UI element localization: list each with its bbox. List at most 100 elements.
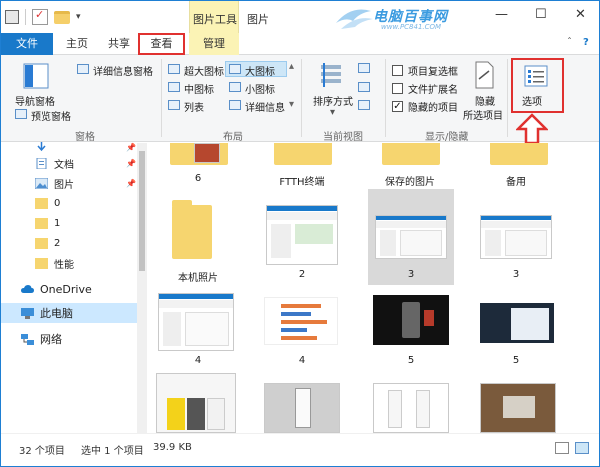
nav-item-pictures[interactable]: 图片 📌 <box>1 173 146 193</box>
tab-home[interactable]: 主页 <box>57 33 97 55</box>
nav-item-performance[interactable]: 性能 <box>1 253 146 273</box>
nav-item-this-pc[interactable]: 此电脑 <box>1 303 146 323</box>
group-by-icon[interactable] <box>358 63 370 73</box>
add-columns-icon[interactable] <box>358 82 370 92</box>
grid-item-image-3a[interactable]: 3 <box>361 193 461 285</box>
grid-item-label: 3 <box>407 269 415 280</box>
grid-item-image-4b[interactable]: 4 <box>252 289 352 369</box>
current-view-group-label: 当前视图 <box>323 132 363 143</box>
tab-share[interactable]: 共享 <box>101 33 137 55</box>
minimize-button[interactable]: — <box>495 7 508 22</box>
tab-file[interactable]: 文件 <box>1 33 53 55</box>
grid-item-local-photos[interactable]: 本机照片 <box>148 193 248 285</box>
sort-dropdown-icon[interactable]: ▾ <box>330 107 335 118</box>
ribbon-divider <box>385 59 386 137</box>
navigation-pane-button[interactable]: 导航窗格 <box>15 93 55 108</box>
item-checkboxes-checkbox[interactable] <box>392 65 403 76</box>
nav-item-documents[interactable]: 文档 📌 <box>1 153 146 173</box>
file-extensions-checkbox[interactable] <box>392 83 403 94</box>
nav-item-onedrive[interactable]: OneDrive <box>1 279 146 299</box>
pictures-icon <box>35 177 48 189</box>
layout-list[interactable]: 列表 <box>184 99 204 114</box>
grid-item-backup[interactable]: 备用 <box>466 143 566 188</box>
folder-icon <box>172 200 212 259</box>
nav-item-label: 性能 <box>54 259 74 271</box>
show-hide-group-label: 显示/隐藏 <box>425 132 469 143</box>
grid-item-image-2[interactable]: 2 <box>252 193 352 285</box>
screenshot-thumbnail <box>266 205 338 265</box>
grid-item-label: 3 <box>512 269 520 280</box>
hide-selected-button[interactable]: 隐藏 <box>475 93 495 108</box>
grid-item-label: 备用 <box>506 177 526 188</box>
folder-icon <box>382 143 440 165</box>
customize-qat-icon[interactable]: ▾ <box>76 12 81 22</box>
grid-item-label: 4 <box>194 355 202 366</box>
large-icons-icon <box>229 64 241 74</box>
folder-icon <box>35 257 48 269</box>
nav-item-network[interactable]: 网络 <box>1 329 146 349</box>
nav-item-folder-1[interactable]: 1 <box>1 213 146 233</box>
grid-item-ftth[interactable]: FTTH终端 <box>252 143 352 188</box>
folder-icon <box>35 217 48 229</box>
sort-by-button[interactable]: 排序方式 <box>313 93 353 108</box>
grid-item-image-4a[interactable]: 4 <box>148 289 248 369</box>
up-arrow-icon <box>516 113 548 145</box>
grid-item-row3-2[interactable] <box>252 373 352 433</box>
grid-item-row3-4[interactable] <box>466 373 566 433</box>
grid-item-row3-1[interactable] <box>148 373 248 433</box>
grid-item-label: 保存的图片 <box>385 177 435 188</box>
phone-photo-thumbnail <box>480 383 556 433</box>
details-icon <box>229 100 241 110</box>
nav-item-folder-0[interactable]: 0 <box>1 193 146 213</box>
bar-chart-thumbnail <box>264 297 338 345</box>
screenshot-thumbnail <box>375 215 447 259</box>
grid-item-saved-pictures[interactable]: 保存的图片 <box>360 143 460 188</box>
properties-icon[interactable] <box>32 8 48 25</box>
new-folder-icon[interactable] <box>54 10 70 24</box>
computer-icon <box>21 307 34 319</box>
file-extensions-label: 文件扩展名 <box>408 85 458 96</box>
watermark-url: www.PC841.COM <box>381 23 442 31</box>
grid-item-label: FTTH终端 <box>279 177 325 188</box>
layout-scroll-up-icon[interactable]: ▴ <box>289 61 294 72</box>
grid-item-6[interactable]: 6 <box>148 143 248 185</box>
layout-small-icons[interactable]: 小图标 <box>245 81 275 96</box>
large-icons-view-icon[interactable] <box>575 442 589 454</box>
layout-details[interactable]: 详细信息 <box>245 99 285 114</box>
maximize-button[interactable]: ☐ <box>535 7 547 22</box>
status-bar: 32 个项目 选中 1 个项目 39.9 KB <box>1 433 599 466</box>
layout-more-icon[interactable]: ▾ <box>289 99 294 110</box>
hide-selected-button-line2[interactable]: 所选项目 <box>463 107 503 122</box>
hidden-items-checkbox[interactable]: ✓ <box>392 101 403 112</box>
collapse-ribbon-icon[interactable]: ˆ <box>567 37 572 48</box>
grid-item-image-3b[interactable]: 3 <box>466 193 566 285</box>
layout-large-icons[interactable]: 大图标 <box>245 63 275 78</box>
nav-item-label: 图片 <box>54 179 74 191</box>
details-view-icon[interactable] <box>555 442 569 454</box>
help-icon[interactable]: ? <box>583 37 589 48</box>
tab-manage[interactable]: 管理 <box>189 33 239 55</box>
phone-photo-thumbnail <box>156 373 236 433</box>
cloud-icon <box>21 284 34 293</box>
tab-view[interactable]: 查看 <box>138 33 185 55</box>
app-icon <box>5 10 19 24</box>
nav-item-folder-2[interactable]: 2 <box>1 233 146 253</box>
grid-item-row3-3[interactable] <box>361 373 461 433</box>
documents-icon <box>36 157 47 169</box>
pin-icon: 📌 <box>126 178 136 188</box>
grid-item-label: 6 <box>194 173 202 184</box>
phone-photo-thumbnail <box>264 383 340 433</box>
screenshot-thumbnail <box>158 293 234 351</box>
layout-xl-icons[interactable]: 超大图标 <box>184 63 224 78</box>
grid-item-image-5a[interactable]: 5 <box>361 289 461 369</box>
size-columns-icon[interactable] <box>358 100 370 110</box>
details-pane-button[interactable]: 详细信息窗格 <box>93 63 153 78</box>
grid-item-label: 5 <box>407 355 415 366</box>
nav-scrollbar-thumb[interactable] <box>139 151 145 271</box>
preview-pane-button[interactable]: 预览窗格 <box>31 108 71 123</box>
navigation-pane: 📌 文档 📌 图片 📌 0 1 2 性能 OneDrive 此电脑 网络 <box>1 141 147 433</box>
layout-medium-icons[interactable]: 中图标 <box>184 81 214 96</box>
close-button[interactable]: ✕ <box>575 7 586 22</box>
grid-item-image-5b[interactable]: 5 <box>466 289 566 369</box>
small-icons-icon <box>229 82 241 92</box>
